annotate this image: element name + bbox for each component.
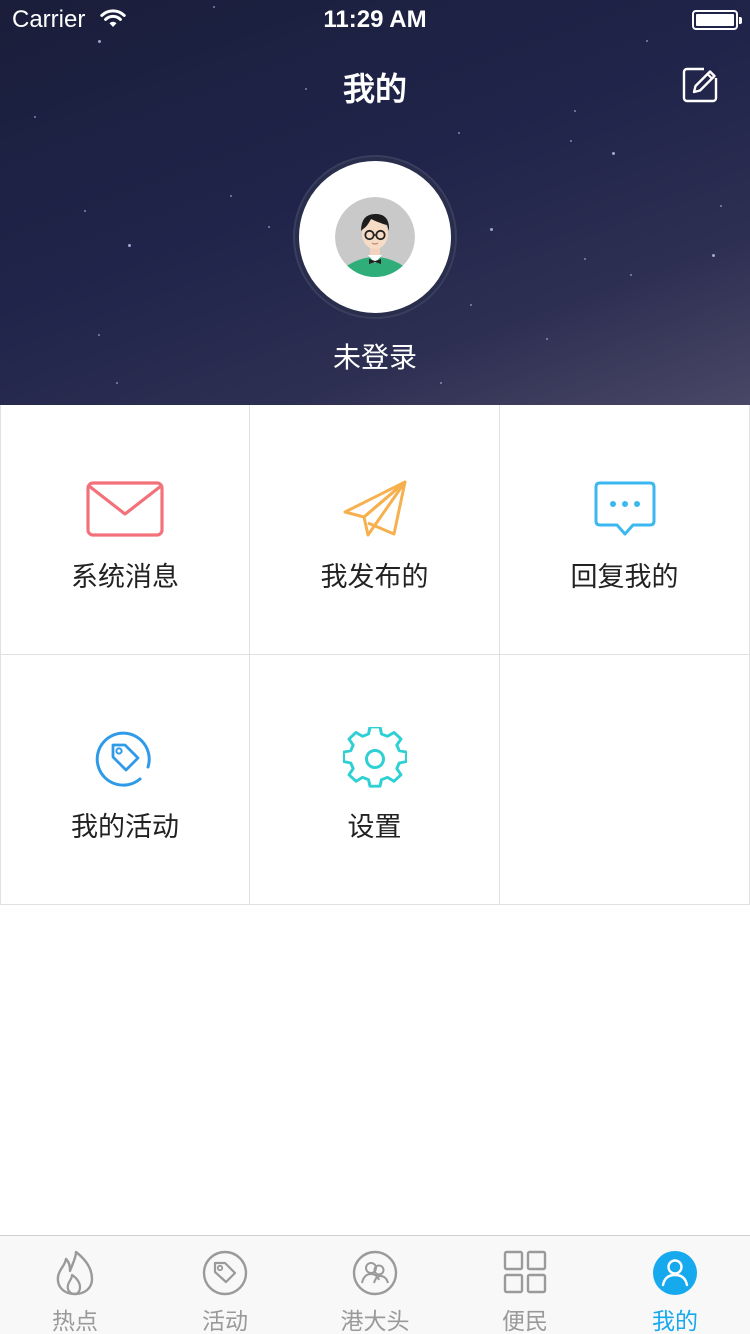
star-decoration xyxy=(646,40,648,42)
menu-replies-to-me[interactable]: 回复我的 xyxy=(500,405,750,655)
tab-hkubigheads[interactable]: 港大头 xyxy=(300,1236,450,1334)
envelope-icon xyxy=(1,479,249,539)
tab-label: 便民 xyxy=(502,1309,548,1334)
star-decoration xyxy=(84,210,86,212)
star-decoration xyxy=(612,152,615,155)
tab-label: 港大头 xyxy=(340,1309,410,1334)
menu-label: 设置 xyxy=(347,812,402,843)
menu-label: 我发布的 xyxy=(320,562,429,593)
tag-icon xyxy=(150,1250,300,1298)
tab-me[interactable]: 我的 xyxy=(600,1236,750,1334)
tab-label: 我的 xyxy=(652,1309,698,1334)
star-decoration xyxy=(630,274,632,276)
menu-my-posts[interactable]: 我发布的 xyxy=(250,405,500,655)
chat-bubble-icon xyxy=(500,479,749,539)
avatar[interactable] xyxy=(295,157,455,317)
star-decoration xyxy=(116,382,118,384)
edit-icon[interactable] xyxy=(682,65,720,103)
menu-grid: 系统消息 我发布的 回复我的 我的活动 设置 xyxy=(0,405,750,905)
tab-label: 活动 xyxy=(202,1309,248,1334)
star-decoration xyxy=(34,116,36,118)
menu-label: 系统消息 xyxy=(71,562,179,593)
status-time: 11:29 AM xyxy=(323,6,427,33)
tab-bar: 热点 活动 港大头 便民 我的 xyxy=(0,1235,750,1334)
star-decoration xyxy=(128,244,131,247)
star-decoration xyxy=(440,382,442,384)
login-status[interactable]: 未登录 xyxy=(0,336,750,376)
user-avatar-icon xyxy=(335,197,415,277)
star-decoration xyxy=(490,228,493,231)
paper-plane-icon xyxy=(250,479,499,539)
people-icon xyxy=(300,1250,450,1298)
battery-icon xyxy=(692,10,742,30)
star-decoration xyxy=(720,205,722,207)
star-decoration xyxy=(712,254,715,257)
tab-activities[interactable]: 活动 xyxy=(150,1236,300,1334)
star-decoration xyxy=(584,258,586,260)
star-decoration xyxy=(230,195,232,197)
tab-services[interactable]: 便民 xyxy=(450,1236,600,1334)
menu-label: 回复我的 xyxy=(570,562,679,593)
menu-empty-cell xyxy=(500,655,750,905)
star-decoration xyxy=(470,304,472,306)
star-decoration xyxy=(98,40,101,43)
star-decoration xyxy=(570,140,572,142)
menu-settings[interactable]: 设置 xyxy=(250,655,500,905)
user-icon xyxy=(600,1250,750,1298)
menu-label: 我的活动 xyxy=(71,812,179,843)
grid-icon xyxy=(450,1250,600,1298)
menu-my-activities[interactable]: 我的活动 xyxy=(0,655,250,905)
gear-icon xyxy=(250,727,499,789)
flame-icon xyxy=(0,1250,150,1298)
profile-header: Carrier 11:29 AM 我的 未登录 xyxy=(0,0,750,405)
tag-icon xyxy=(1,729,249,789)
tab-label: 热点 xyxy=(52,1309,98,1334)
menu-system-messages[interactable]: 系统消息 xyxy=(0,405,250,655)
tab-hot[interactable]: 热点 xyxy=(0,1236,150,1334)
status-bar: Carrier 11:29 AM xyxy=(0,0,750,40)
star-decoration xyxy=(268,226,270,228)
page-title: 我的 xyxy=(342,70,407,108)
star-decoration xyxy=(458,132,460,134)
star-decoration xyxy=(574,110,576,112)
